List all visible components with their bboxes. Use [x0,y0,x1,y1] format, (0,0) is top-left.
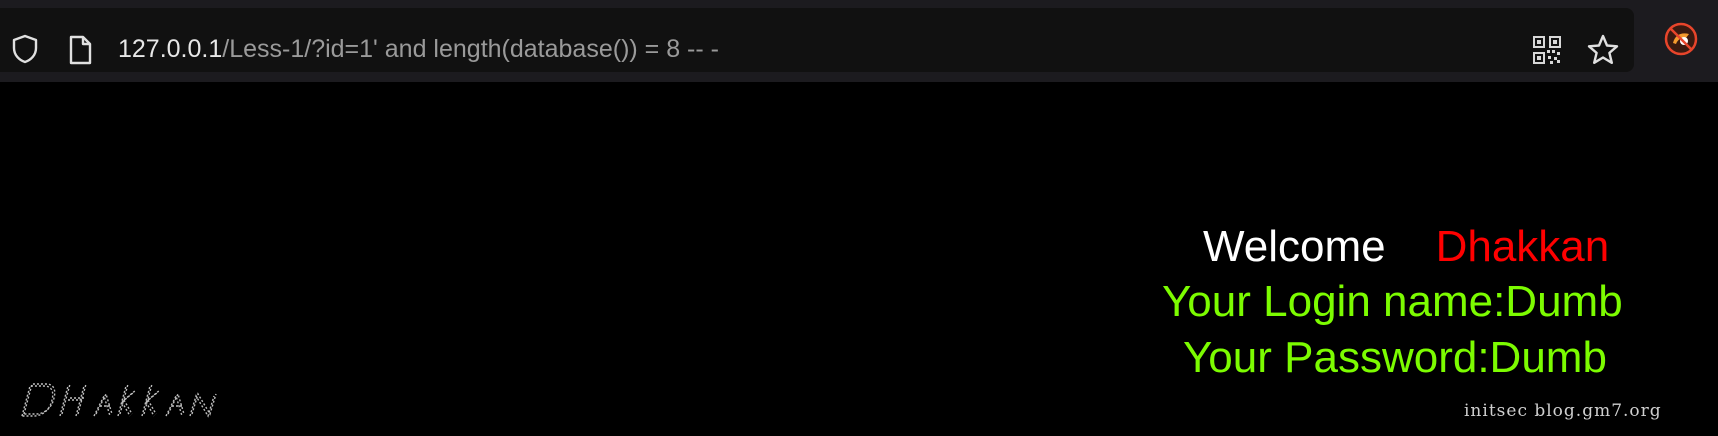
url-text[interactable]: 127.0.0.1/Less-1/?id=1' and length(datab… [118,32,719,66]
address-bar[interactable]: 127.0.0.1/Less-1/?id=1' and length(datab… [0,8,1634,72]
welcome-text: Welcome [1203,222,1386,271]
qr-code-icon[interactable] [1532,35,1562,65]
login-name-text: Your Login name:Dumb [1162,277,1623,326]
welcome-name: Dhakkan [1435,222,1610,271]
password-text: Your Password:Dumb [1183,333,1607,382]
browser-window: 127.0.0.1/Less-1/?id=1' and length(datab… [0,0,1718,436]
shield-icon[interactable] [10,34,40,64]
url-path: /Less-1/?id=1' and length(database()) = … [222,35,719,63]
browser-toolbar: 127.0.0.1/Less-1/?id=1' and length(datab… [0,0,1718,82]
url-host: 127.0.0.1 [118,35,223,63]
dhakkan-logo [21,383,217,418]
welcome-line: Welcome Dhakkan [1203,220,1609,274]
extension-icon[interactable] [1664,22,1698,56]
credit-watermark: initsec blog.gm7.org [1464,401,1662,421]
page-icon[interactable] [68,35,92,65]
star-icon[interactable] [1586,33,1620,67]
